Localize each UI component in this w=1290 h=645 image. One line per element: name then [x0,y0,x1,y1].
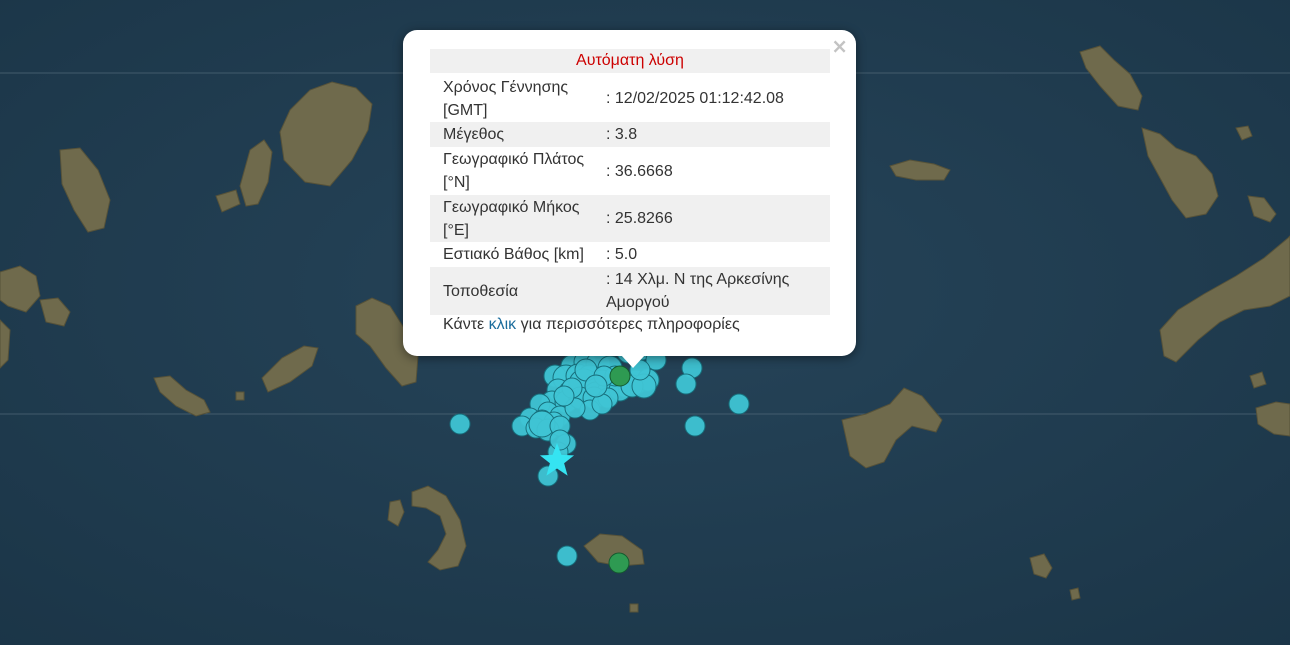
more-info-link[interactable]: κλικ [489,316,517,333]
event-popup: × Αυτόματη λύση Χρόνος Γέννησης [GMT] : … [403,30,856,368]
info-value: : 12/02/2025 01:12:42.08 [606,90,784,107]
info-label: Γεωγραφικό Μήκος [°E] [430,195,602,242]
info-value: : 14 Χλμ. Ν της Αρκεσίνης Αμοργού [602,267,830,315]
info-label: Εστιακό Βάθος [km] [443,246,584,263]
more-info-suffix: για περισσότερες πληροφορίες [516,316,740,333]
info-row-origin-time: Χρόνος Γέννησης [GMT] : 12/02/2025 01:12… [430,75,830,122]
island-islet-3 [235,391,245,401]
event-info-table: Χρόνος Γέννησης [GMT] : 12/02/2025 01:12… [430,75,830,315]
info-value: : 25.8266 [602,195,830,242]
info-row-location: Τοποθεσία : 14 Χλμ. Ν της Αρκεσίνης Αμορ… [430,267,830,315]
earthquake-marker[interactable] [684,415,706,437]
info-value: : 3.8 [602,122,830,147]
close-icon[interactable]: × [831,34,848,58]
highlighted-earthquake-marker[interactable] [608,552,630,574]
more-info-prefix: Κάντε [443,316,489,333]
info-label: Γεωγραφικό Πλάτος [°N] [443,151,585,191]
info-row-depth: Εστιακό Βάθος [km] : 5.0 [430,242,830,267]
popup-title: Αυτόματη λύση [430,49,830,73]
info-value: : 5.0 [606,246,638,263]
earthquake-marker[interactable] [553,385,575,407]
earthquake-marker[interactable] [675,373,697,395]
info-row-latitude: Γεωγραφικό Πλάτος [°N] : 36.6668 [430,147,830,195]
earthquake-marker[interactable] [556,545,578,567]
info-label: Τοποθεσία [430,267,602,315]
highlighted-earthquake-marker[interactable] [609,365,631,387]
island-islet-1 [629,603,639,613]
info-value: : 36.6668 [606,162,673,180]
info-row-longitude: Γεωγραφικό Μήκος [°E] : 25.8266 [430,195,830,242]
info-row-magnitude: Μέγεθος : 3.8 [430,122,830,147]
more-info-line: Κάντε κλικ για περισσότερες πληροφορίες [443,313,740,337]
island-islet-2 [1069,587,1081,601]
earthquake-marker[interactable] [549,429,571,451]
earthquake-marker[interactable] [449,413,471,435]
popup-tip [621,355,645,368]
earthquake-marker[interactable] [584,374,608,398]
earthquake-marker[interactable] [728,393,750,415]
info-label: Μέγεθος [430,122,602,147]
info-label: Χρόνος Γέννησης [GMT] [443,78,569,119]
